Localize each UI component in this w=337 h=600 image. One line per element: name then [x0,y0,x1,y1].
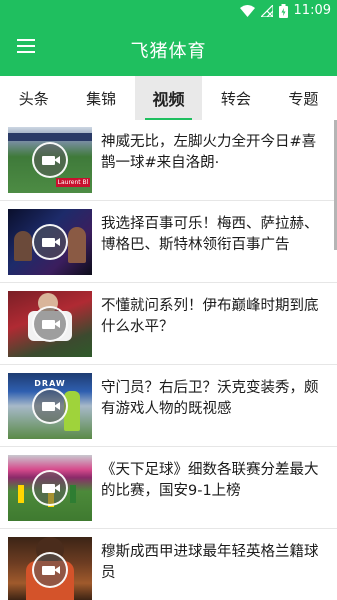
video-list: Laurent Bl 神威无比，左脚火力全开今日#喜鹊一球#来自洛朗· 我选择百… [0,120,337,600]
video-thumbnail[interactable]: Laurent Bl [8,127,92,193]
status-time: 11:09 [293,3,331,18]
video-camera-icon [32,470,68,506]
tab-transfers[interactable]: 转会 [202,76,269,120]
status-bar: 11:09 [0,0,337,22]
video-title[interactable]: 《天下足球》细数各联赛分差最大的比赛，国安9-1上榜 [101,460,329,502]
video-title[interactable]: 我选择百事可乐！梅西、萨拉赫、博格巴、斯特林领衔百事广告 [101,214,329,256]
video-camera-icon [32,306,68,342]
list-item[interactable]: 穆斯成西甲进球最年轻英格兰籍球员 [0,530,337,600]
app-title: 飞猪体育 [130,41,207,62]
tab-videos[interactable]: 视频 [134,76,203,120]
status-icons: 11:09 [239,3,331,18]
battery-charging-icon [278,3,288,18]
video-camera-icon [32,552,68,588]
video-thumbnail[interactable] [8,537,92,600]
list-item[interactable]: 不懂就问系列！伊布巅峰时期到底什么水平？ [0,284,337,365]
thumbnail-caption: Laurent Bl [56,178,90,187]
list-item[interactable]: 《天下足球》细数各联赛分差最大的比赛，国安9-1上榜 [0,448,337,529]
app-bar: 飞猪体育 [0,22,337,76]
video-title[interactable]: 不懂就问系列！伊布巅峰时期到底什么水平？ [101,296,329,338]
video-camera-icon [32,388,68,424]
video-title[interactable]: 穆斯成西甲进球最年轻英格兰籍球员 [101,542,329,584]
video-title[interactable]: 神威无比，左脚火力全开今日#喜鹊一球#来自洛朗· [101,132,329,174]
wifi-icon [239,4,255,17]
no-signal-icon [260,4,273,17]
tab-topics[interactable]: 专题 [270,76,337,120]
video-thumbnail[interactable] [8,455,92,521]
video-thumbnail[interactable]: DRAW [8,373,92,439]
tab-highlights[interactable]: 集锦 [67,76,134,120]
tab-bar: 头条 集锦 视频 转会 专题 [0,76,337,120]
list-item[interactable]: Laurent Bl 神威无比，左脚火力全开今日#喜鹊一球#来自洛朗· [0,120,337,201]
video-title[interactable]: 守门员？右后卫？沃克变装秀，颇有游戏人物的既视感 [101,378,329,420]
list-item[interactable]: 我选择百事可乐！梅西、萨拉赫、博格巴、斯特林领衔百事广告 [0,202,337,283]
video-thumbnail[interactable] [8,291,92,357]
list-item[interactable]: DRAW 守门员？右后卫？沃克变装秀，颇有游戏人物的既视感 [0,366,337,447]
video-camera-icon [32,142,68,178]
tab-headlines[interactable]: 头条 [0,76,67,120]
video-thumbnail[interactable] [8,209,92,275]
video-camera-icon [32,224,68,260]
